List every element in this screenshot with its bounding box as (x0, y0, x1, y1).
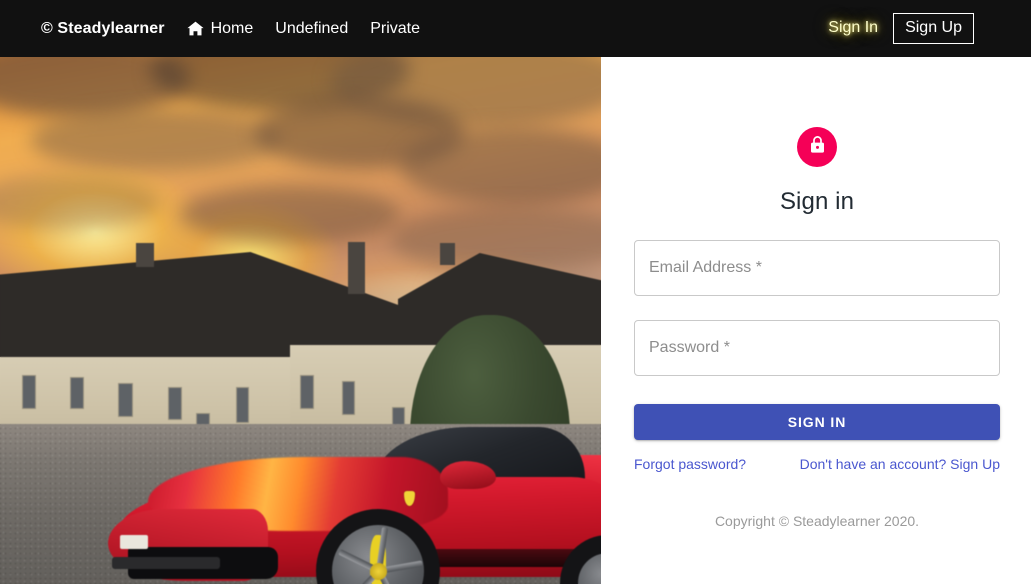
chimney (348, 242, 365, 294)
ferrari-licence-plate (120, 535, 148, 549)
cloud (180, 185, 400, 243)
signup-prompt-link[interactable]: Don't have an account? Sign Up (800, 456, 1000, 472)
chimney (136, 243, 154, 267)
password-field[interactable] (635, 321, 999, 375)
window (342, 381, 355, 415)
signin-submit-button[interactable]: SIGN IN (634, 404, 1000, 440)
navbar-right-group: Sign In Sign Up (822, 12, 974, 45)
email-field-wrapper[interactable] (634, 240, 1000, 296)
nav-item-home-label: Home (210, 19, 254, 37)
nav-item-undefined[interactable]: Undefined (275, 20, 348, 38)
nav-item-home[interactable]: Home (186, 19, 254, 38)
forgot-password-link[interactable]: Forgot password? (634, 456, 746, 472)
home-icon (186, 21, 204, 36)
hero-image-panel (0, 57, 601, 584)
copyright-text: Copyright © Steadylearner 2020. (714, 513, 920, 529)
wheel-hub (370, 563, 387, 580)
auth-links-row: Forgot password? Don't have an account? … (634, 456, 1000, 472)
page-title: Sign in (779, 188, 855, 215)
nav-item-private-label: Private (370, 19, 421, 37)
email-field[interactable] (635, 241, 999, 295)
brand-logo[interactable]: © Steadylearner (41, 20, 165, 38)
window (236, 387, 249, 423)
password-field-wrapper[interactable] (634, 320, 1000, 376)
signin-form-container: Sign in SIGN IN Forgot password? Don't h… (634, 127, 1000, 529)
window (168, 387, 182, 420)
cloud (30, 109, 280, 171)
lock-icon (809, 135, 826, 159)
navbar-left-group: © Steadylearner Home Undefined Private (41, 20, 420, 38)
window (22, 375, 36, 409)
top-navbar: © Steadylearner Home Undefined Private S… (0, 0, 1031, 57)
nav-signin-link[interactable]: Sign In (822, 17, 884, 39)
window (118, 383, 133, 417)
nav-item-undefined-label: Undefined (275, 19, 349, 37)
chimney (440, 243, 455, 265)
ferrari-splitter (112, 557, 220, 569)
nav-signup-button[interactable]: Sign Up (893, 12, 974, 45)
signin-panel: Sign in SIGN IN Forgot password? Don't h… (601, 57, 1031, 584)
window (70, 377, 84, 409)
window (300, 375, 314, 409)
lock-avatar (797, 127, 837, 167)
nav-item-private[interactable]: Private (370, 20, 420, 38)
